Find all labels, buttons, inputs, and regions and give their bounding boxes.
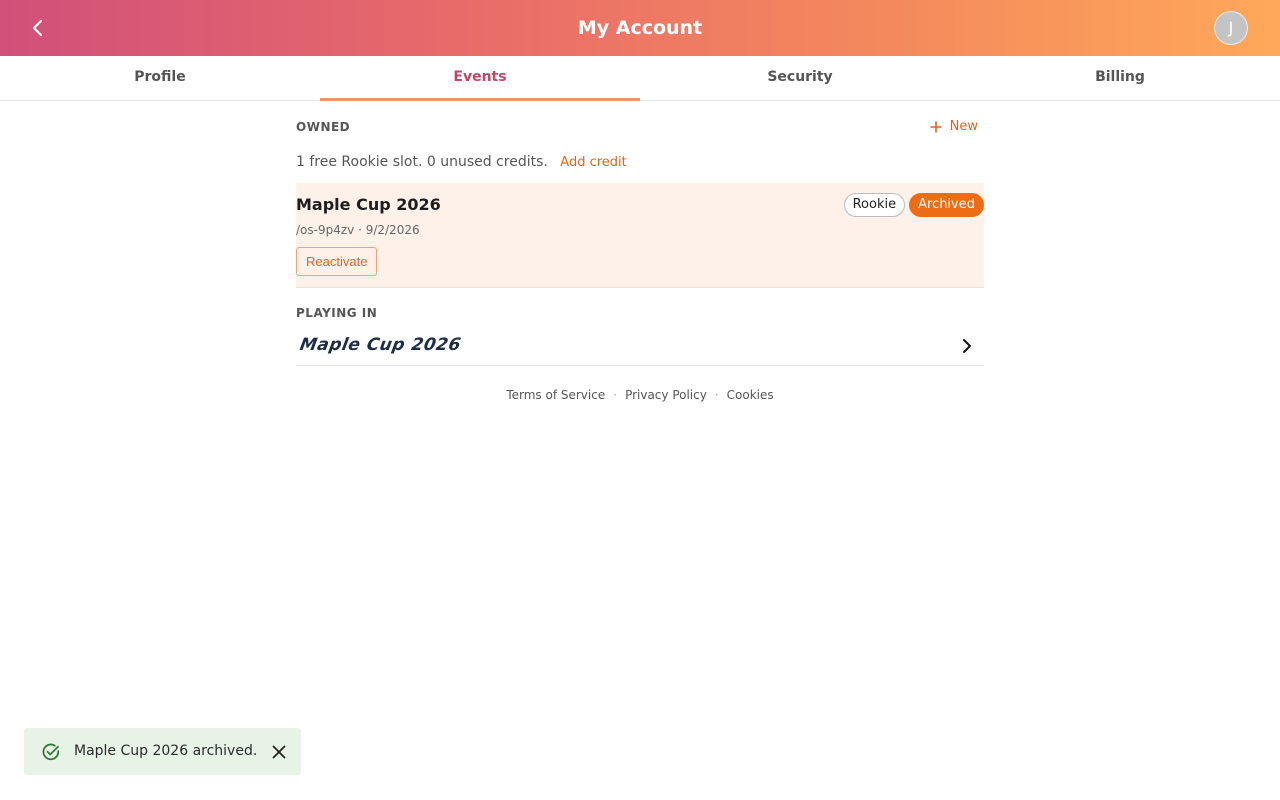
tab-security[interactable]: Security — [640, 56, 960, 100]
terms-of-service-link[interactable]: Terms of Service — [506, 388, 605, 402]
new-event-label: New — [949, 119, 978, 134]
privacy-policy-link[interactable]: Privacy Policy — [625, 388, 707, 402]
footer-separator: · — [613, 388, 618, 402]
footer-separator: · — [714, 388, 719, 402]
event-meta: /os-9p4zv · 9/2/2026 — [296, 223, 420, 237]
credits-summary: 1 free Rookie slot. 0 unused credits. Ad… — [296, 154, 627, 170]
reactivate-button[interactable]: Reactivate — [296, 247, 378, 276]
owned-section-label: OWNED — [296, 120, 351, 134]
app-header: My Account J — [0, 0, 1280, 56]
check-circle-icon — [42, 743, 60, 761]
add-credit-link[interactable]: Add credit — [560, 155, 626, 170]
toast-close-button[interactable] — [270, 743, 288, 761]
chevron-left-icon — [32, 19, 43, 37]
event-logo: Maple Cup 2026 — [298, 335, 463, 355]
owned-event-card: Maple Cup 2026 /os-9p4zv · 9/2/2026 Reac… — [296, 183, 984, 288]
tab-profile[interactable]: Profile — [0, 56, 320, 100]
archived-badge: Archived — [909, 193, 984, 217]
playing-in-section-label: PLAYING IN — [296, 306, 378, 320]
rookie-badge: Rookie — [843, 193, 906, 217]
credits-text: 1 free Rookie slot. 0 unused credits. — [296, 154, 548, 170]
avatar[interactable]: J — [1214, 11, 1248, 45]
tab-bar: Profile Events Security Billing — [0, 56, 1280, 101]
close-icon — [272, 745, 286, 759]
tab-billing[interactable]: Billing — [960, 56, 1280, 100]
footer: Terms of Service · Privacy Policy · Cookies — [296, 388, 984, 402]
new-event-button[interactable]: New — [930, 119, 978, 134]
chevron-right-icon — [963, 339, 971, 353]
tab-events[interactable]: Events — [320, 56, 640, 101]
event-name: Maple Cup 2026 — [296, 195, 441, 214]
cookies-link[interactable]: Cookies — [727, 388, 774, 402]
event-badges: Rookie Archived — [843, 193, 984, 217]
playing-in-item[interactable]: Maple Cup 2026 — [296, 326, 984, 366]
plus-icon — [930, 121, 942, 132]
toast-message: Maple Cup 2026 archived. — [74, 743, 258, 759]
back-button[interactable] — [24, 14, 52, 42]
page-title: My Account — [577, 17, 703, 39]
toast-notification: Maple Cup 2026 archived. — [24, 728, 301, 775]
